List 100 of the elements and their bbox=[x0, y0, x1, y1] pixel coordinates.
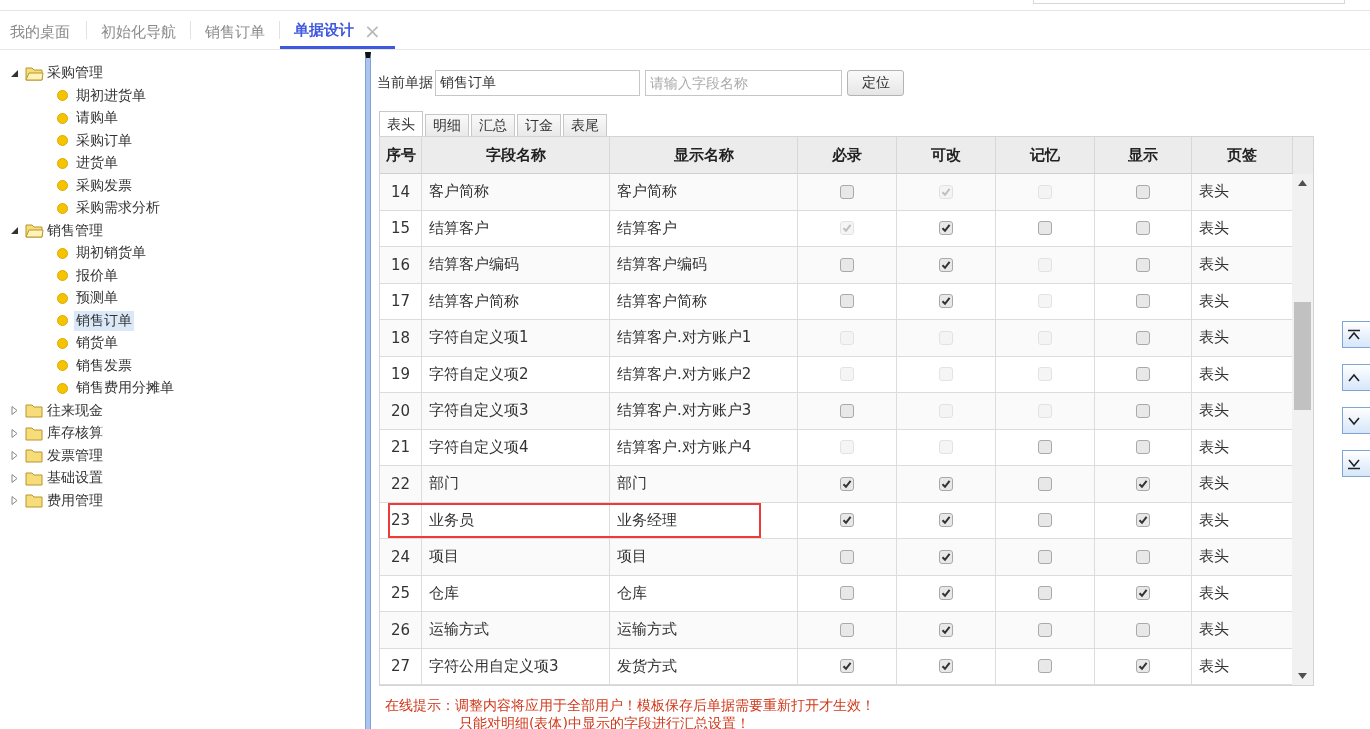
checkbox[interactable] bbox=[1136, 440, 1150, 455]
tree-item[interactable]: 采购发票 bbox=[74, 175, 134, 196]
tree-group[interactable]: 采购管理 bbox=[47, 64, 103, 83]
tree-item[interactable]: 请购单 bbox=[74, 108, 120, 129]
section-tab[interactable]: 订金 bbox=[517, 114, 561, 136]
checkbox[interactable] bbox=[840, 403, 854, 418]
table-cell: 结算客户编码 bbox=[610, 247, 798, 284]
checkbox[interactable] bbox=[1038, 440, 1052, 455]
checkbox[interactable] bbox=[939, 294, 953, 309]
locate-button[interactable]: 定位 bbox=[847, 70, 904, 96]
checkbox[interactable] bbox=[1038, 221, 1052, 236]
checkbox[interactable] bbox=[840, 513, 854, 528]
scroll-down-icon[interactable] bbox=[1298, 673, 1307, 679]
tree-item[interactable]: 销售费用分摊单 bbox=[74, 378, 176, 399]
checkbox[interactable] bbox=[840, 294, 854, 309]
search-field[interactable]: 请输入字段名称 bbox=[645, 70, 842, 96]
checkbox[interactable] bbox=[1136, 476, 1150, 491]
checkbox[interactable] bbox=[1136, 586, 1150, 601]
checkbox[interactable] bbox=[939, 257, 953, 272]
checkbox[interactable] bbox=[1136, 221, 1150, 236]
bullet-icon bbox=[57, 315, 68, 327]
move-down-button[interactable] bbox=[1342, 407, 1370, 434]
tree-item[interactable]: 报价单 bbox=[74, 265, 120, 286]
section-tab[interactable]: 表头 bbox=[379, 111, 423, 136]
checkbox[interactable] bbox=[939, 659, 953, 674]
tree-group[interactable]: 基础设置 bbox=[47, 469, 103, 488]
move-bottom-icon bbox=[1347, 457, 1361, 470]
checkbox[interactable] bbox=[1038, 586, 1052, 601]
table-cell: 项目 bbox=[610, 539, 798, 576]
checkbox[interactable] bbox=[840, 586, 854, 601]
checkbox[interactable] bbox=[1136, 367, 1150, 382]
checkbox[interactable] bbox=[939, 586, 953, 601]
checkbox[interactable] bbox=[1136, 330, 1150, 345]
tree-group[interactable]: 销售管理 bbox=[47, 221, 103, 240]
checkbox[interactable] bbox=[1136, 257, 1150, 272]
checkbox[interactable] bbox=[1136, 659, 1150, 674]
checkbox[interactable] bbox=[939, 221, 953, 236]
collapsed-triangle-icon[interactable] bbox=[10, 406, 19, 416]
bullet-icon bbox=[57, 135, 68, 147]
scrollbar[interactable] bbox=[1292, 174, 1313, 685]
checkbox[interactable] bbox=[1136, 513, 1150, 528]
tree-item[interactable]: 期初进货单 bbox=[74, 85, 148, 106]
move-bottom-button[interactable] bbox=[1342, 450, 1370, 477]
table-cell: 项目 bbox=[422, 539, 610, 576]
scroll-up-icon[interactable] bbox=[1298, 180, 1307, 186]
page-tab[interactable]: 我的桌面 bbox=[10, 11, 70, 49]
checkbox[interactable] bbox=[840, 622, 854, 637]
tree-item[interactable]: 销货单 bbox=[74, 333, 120, 354]
checkbox[interactable] bbox=[939, 622, 953, 637]
collapsed-triangle-icon[interactable] bbox=[10, 473, 19, 483]
checkbox[interactable] bbox=[1038, 549, 1052, 564]
collapsed-triangle-icon[interactable] bbox=[10, 451, 19, 461]
checkbox[interactable] bbox=[840, 476, 854, 491]
checkbox[interactable] bbox=[840, 257, 854, 272]
collapsed-triangle-icon[interactable] bbox=[10, 496, 19, 506]
move-top-button[interactable] bbox=[1342, 321, 1370, 348]
folder-icon bbox=[25, 223, 44, 239]
checkbox[interactable] bbox=[939, 476, 953, 491]
tree-group[interactable]: 发票管理 bbox=[47, 446, 103, 465]
bullet-icon bbox=[57, 382, 68, 394]
checkbox[interactable] bbox=[1136, 184, 1150, 199]
table-cell: 27 bbox=[380, 648, 422, 685]
checkbox[interactable] bbox=[1038, 622, 1052, 637]
expanded-triangle-icon[interactable] bbox=[10, 226, 19, 236]
section-tab[interactable]: 汇总 bbox=[471, 114, 515, 136]
checkbox[interactable] bbox=[840, 184, 854, 199]
checkbox[interactable] bbox=[1038, 476, 1052, 491]
page-tab[interactable]: 初始化导航 bbox=[101, 11, 176, 49]
checkbox[interactable] bbox=[840, 659, 854, 674]
checkbox[interactable] bbox=[1136, 294, 1150, 309]
tree-group[interactable]: 往来现金 bbox=[47, 401, 103, 420]
tree-group[interactable]: 库存核算 bbox=[47, 424, 103, 443]
tree-group[interactable]: 费用管理 bbox=[47, 491, 103, 510]
checkbox[interactable] bbox=[840, 549, 854, 564]
scroll-thumb[interactable] bbox=[1294, 302, 1311, 410]
tree-item[interactable]: 销售订单 bbox=[74, 310, 134, 331]
expanded-triangle-icon[interactable] bbox=[10, 68, 19, 78]
page-tab[interactable]: 单据设计 × bbox=[280, 11, 395, 49]
tree-item[interactable]: 销售发票 bbox=[74, 355, 134, 376]
tree-item[interactable]: 采购订单 bbox=[74, 130, 134, 151]
checkbox[interactable] bbox=[1136, 403, 1150, 418]
move-up-button[interactable] bbox=[1342, 364, 1370, 391]
checkbox[interactable] bbox=[1136, 549, 1150, 564]
tree-item[interactable]: 预测单 bbox=[74, 288, 120, 309]
checkbox[interactable] bbox=[1038, 513, 1052, 528]
section-tab[interactable]: 表尾 bbox=[563, 114, 607, 136]
tree-item[interactable]: 进货单 bbox=[74, 153, 120, 174]
page-tab[interactable]: 销售订单 bbox=[205, 11, 265, 49]
tree-item[interactable]: 采购需求分析 bbox=[74, 198, 162, 219]
section-tab[interactable]: 明细 bbox=[425, 114, 469, 136]
top-field[interactable] bbox=[1033, 0, 1345, 4]
splitter[interactable] bbox=[365, 52, 371, 729]
document-field[interactable]: 销售订单 bbox=[435, 70, 640, 96]
checkbox[interactable] bbox=[1136, 622, 1150, 637]
tree-item[interactable]: 期初销货单 bbox=[74, 243, 148, 264]
checkbox[interactable] bbox=[1038, 659, 1052, 674]
checkbox[interactable] bbox=[939, 549, 953, 564]
table-cell: 字符自定义项3 bbox=[422, 393, 610, 430]
collapsed-triangle-icon[interactable] bbox=[10, 428, 19, 438]
checkbox[interactable] bbox=[939, 513, 953, 528]
